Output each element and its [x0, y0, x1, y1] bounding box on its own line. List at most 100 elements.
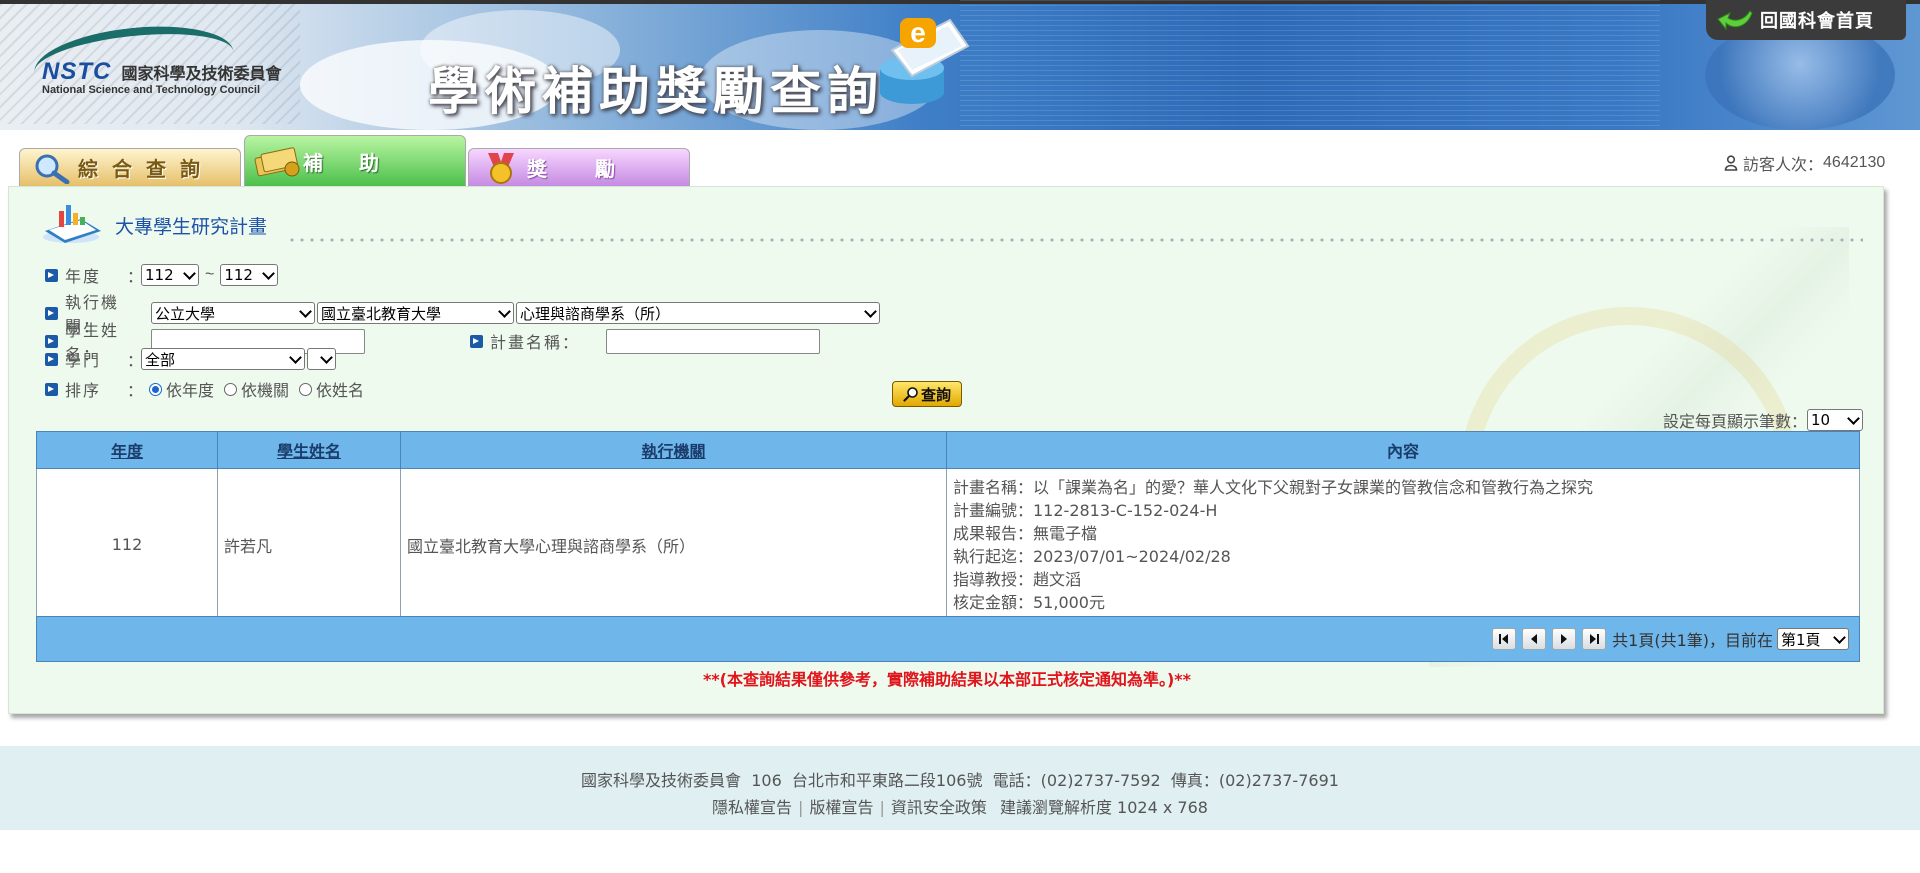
magnifier-icon	[26, 150, 78, 186]
banner-grid-texture	[960, 0, 1660, 130]
prev-page-button[interactable]	[1522, 628, 1547, 650]
results-table: 年度 學生姓名 執行機關 內容 112 許若凡 國立臺北教育大學心理與諮商學系（…	[36, 431, 1860, 621]
header-banner: NSTC 國家科學及技術委員會 National Science and Tec…	[0, 0, 1920, 130]
column-header-student[interactable]: 學生姓名	[217, 431, 401, 469]
column-header-institution[interactable]: 執行機關	[400, 431, 947, 469]
chevron-down-icon	[299, 305, 312, 318]
search-icon	[903, 387, 918, 402]
tab-awards[interactable]: 獎勵	[468, 148, 690, 186]
arrow-bullet-icon	[45, 268, 58, 282]
visitor-count: 4642130	[1823, 154, 1886, 171]
chevron-down-icon	[289, 351, 302, 364]
cell-institution: 國立臺北教育大學心理與諮商學系（所）	[400, 468, 947, 621]
user-icon	[1724, 155, 1738, 171]
plan-name-label: 計畫名稱：	[490, 333, 581, 352]
sort-by-institution-radio[interactable]	[224, 382, 238, 396]
dotted-divider	[287, 238, 1863, 242]
content-report: 成果報告：無電子檔	[953, 523, 1098, 543]
year-to-select[interactable]: 112	[220, 264, 279, 286]
visitor-counter: 訪客人次： 4642130	[1724, 151, 1885, 175]
plan-name-input[interactable]	[606, 328, 820, 354]
sort-row: 排序 ： 依年度 依機關 依姓名	[45, 377, 374, 401]
sort-option-label: 依年度	[166, 381, 215, 400]
column-header-year[interactable]: 年度	[36, 431, 218, 469]
tab-label: 補助	[303, 150, 415, 175]
svg-text:e: e	[910, 17, 926, 48]
resolution-note: 建議瀏覽解析度 1024 x 768	[999, 798, 1208, 817]
sort-option-label: 依姓名	[316, 381, 365, 400]
last-page-button[interactable]	[1582, 628, 1607, 650]
separator: |	[798, 798, 804, 817]
sort-label: 排序	[65, 381, 102, 400]
chevron-down-icon	[320, 351, 333, 364]
content-amount: 核定金額：51,000元	[953, 592, 1105, 612]
chevron-down-icon	[1847, 412, 1860, 425]
select-value: 112	[145, 266, 174, 284]
year-range-separator: ~	[205, 266, 215, 283]
return-arrow-icon	[1717, 10, 1753, 31]
field-select[interactable]: 全部	[141, 348, 305, 370]
per-page-label: 設定每頁顯示筆數：	[1662, 414, 1807, 431]
copyright-link[interactable]: 版權宣告	[809, 798, 873, 817]
year-row: 年度 ： 112 ~ 112	[45, 263, 279, 287]
chevron-down-icon	[864, 305, 877, 318]
research-chart-icon	[43, 205, 101, 243]
disclaimer-note: **(本查詢結果僅供參考，實際補助結果以本部正式核定通知為準。)**	[702, 670, 1192, 689]
money-icon	[251, 143, 303, 179]
cell-year: 112	[36, 468, 218, 621]
content-period: 執行起迄：2023/07/01~2024/02/28	[953, 546, 1231, 566]
sort-by-name-radio[interactable]	[299, 382, 313, 396]
content-plan-name: 計畫名稱：以「課業為名」的愛？華人文化下父親對子女課業的管教信念和管教行為之探究	[953, 477, 1594, 497]
select-value: 第1頁	[1781, 630, 1821, 649]
per-page-select[interactable]: 10	[1807, 409, 1863, 431]
tab-grants[interactable]: 補助	[244, 135, 466, 186]
prev-page-icon	[1531, 634, 1538, 644]
medal-icon	[475, 150, 527, 186]
first-page-icon	[1499, 634, 1509, 644]
sort-option-label: 依機關	[241, 381, 290, 400]
select-value: 112	[224, 266, 253, 284]
search-button-label: 查詢	[920, 385, 951, 404]
table-header-row: 年度 學生姓名 執行機關 內容	[36, 431, 1860, 469]
search-panel: 大專學生研究計畫 年度 ： 112 ~ 112 執行機關： 公立大學 國立臺北教…	[8, 186, 1884, 714]
tab-label: 綜合查詢	[78, 157, 214, 181]
sort-link[interactable]: 執行機關	[641, 442, 705, 461]
e-learning-icon: e	[880, 17, 970, 104]
next-page-icon	[1561, 634, 1568, 644]
content-plan-number: 計畫編號：112-2813-C-152-024-H	[953, 500, 1218, 520]
chevron-down-icon	[183, 267, 196, 280]
nstc-logo[interactable]: NSTC 國家科學及技術委員會 National Science and Tec…	[30, 17, 282, 107]
first-page-button[interactable]	[1492, 628, 1517, 650]
field-sub-select[interactable]	[307, 348, 336, 370]
select-value: 全部	[145, 350, 176, 369]
field-label: 學門	[65, 351, 102, 370]
security-policy-link[interactable]: 資訊安全政策	[891, 798, 987, 817]
next-page-button[interactable]	[1552, 628, 1577, 650]
sort-link[interactable]: 年度	[111, 442, 143, 461]
year-from-select[interactable]: 112	[141, 264, 199, 286]
arrow-bullet-icon	[45, 352, 58, 366]
search-button[interactable]: 查詢	[892, 381, 962, 407]
colon: ：	[127, 351, 146, 370]
privacy-link[interactable]: 隱私權宣告	[712, 798, 792, 817]
home-button[interactable]: 回國科會首頁	[1706, 0, 1906, 40]
cell-student: 許若凡	[217, 468, 401, 621]
pagination: 共1頁(共1筆)，目前在 第1頁	[1492, 627, 1849, 651]
section-title: 大專學生研究計畫	[115, 216, 268, 238]
page-select[interactable]: 第1頁	[1777, 628, 1849, 650]
year-label: 年度	[65, 267, 102, 286]
colon: ：	[127, 381, 146, 400]
content-advisor: 指導教授：趙文滔	[953, 569, 1082, 589]
chevron-down-icon	[498, 305, 511, 318]
table-row: 112 許若凡 國立臺北教育大學心理與諮商學系（所） 計畫名稱：以「課業為名」的…	[36, 468, 1860, 621]
section-header: 大專學生研究計畫	[41, 201, 267, 245]
tab-general-search[interactable]: 綜合查詢	[19, 148, 241, 186]
pagination-bar: 共1頁(共1筆)，目前在 第1頁	[36, 616, 1860, 662]
sort-by-year-radio[interactable]	[149, 382, 162, 396]
column-header-content: 內容	[946, 431, 1860, 469]
tab-label: 獎勵	[527, 157, 663, 181]
sort-link[interactable]: 學生姓名	[277, 442, 341, 461]
footer-contact: 國家科學及技術委員會 106 台北市和平東路二段106號 電話：(02)2737…	[581, 771, 1339, 790]
chevron-down-icon	[262, 267, 276, 280]
visitor-label: 訪客人次：	[1743, 157, 1824, 174]
